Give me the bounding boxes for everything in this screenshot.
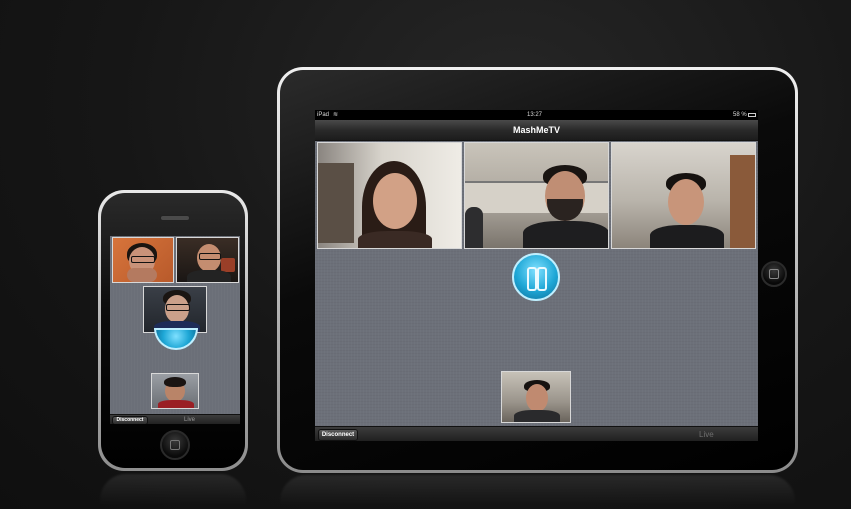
participant-hair [164,377,186,387]
participant-body [187,270,231,282]
nav-bar: MashMeTV [315,120,758,141]
background-shelf [318,163,354,243]
background-cabinet [465,181,608,213]
participant-body [358,231,432,248]
participant-glasses [199,253,221,260]
iphone-video-tile-1[interactable] [112,237,174,283]
ipad-bezel: iPad ≋ 13:27 58 % MashMeTV Disconnect Li… [280,70,795,470]
participant-body [158,400,194,408]
participant-face [526,384,548,412]
live-label: Live [184,417,196,423]
disconnect-button[interactable]: Disconnect [318,429,358,441]
iphone-video-tile-3[interactable] [143,286,207,333]
home-button-icon[interactable] [761,261,787,287]
mashme-logo-icon [512,253,560,301]
participant-body [514,410,560,422]
status-bar: iPad ≋ 13:27 58 % [315,110,758,120]
iphone-video-tile-4[interactable] [151,373,199,409]
logo-bar-right [537,267,547,291]
logo-bar-left [527,267,537,291]
clock-label: 13:27 [527,112,543,118]
ipad-screen: iPad ≋ 13:27 58 % MashMeTV Disconnect Li… [315,110,758,441]
background-person [465,207,483,248]
carrier-label: iPad [317,112,330,118]
participant-body [523,221,608,248]
participant-body [650,225,724,248]
participant-face [668,179,704,225]
speaker-icon [160,215,190,221]
iphone-reflection [100,474,246,509]
participant-glasses [131,256,155,263]
ipad-reflection [280,475,795,509]
ipad-video-tile-1[interactable] [317,142,462,249]
ipad-device: iPad ≋ 13:27 58 % MashMeTV Disconnect Li… [277,67,798,473]
iphone-bezel: Disconnect Live [101,193,245,468]
battery-label: 58 % [733,112,747,118]
battery-icon [748,113,756,117]
ipad-video-tile-2[interactable] [464,142,609,249]
participant-beard [547,199,583,221]
iphone-video-tile-2[interactable] [176,237,239,283]
live-label: Live [699,430,714,439]
ipad-bottom-bar: Disconnect Live [315,426,758,441]
iphone-screen: Disconnect Live [110,236,240,424]
wifi-icon: ≋ [333,112,339,118]
ipad-video-tile-4[interactable] [501,371,571,423]
participant-glasses [166,304,190,311]
app-title: MashMeTV [512,125,560,135]
participant-face [373,173,417,229]
disconnect-button[interactable]: Disconnect [112,416,148,424]
background-window [730,155,755,248]
mashme-logo-icon [154,328,198,350]
participant-hand [127,268,157,282]
iphone-device: Disconnect Live [98,190,248,471]
ipad-video-tile-3[interactable] [611,142,756,249]
iphone-bottom-bar: Disconnect Live [110,414,240,424]
background-light [221,258,235,272]
home-button-icon[interactable] [160,430,190,460]
